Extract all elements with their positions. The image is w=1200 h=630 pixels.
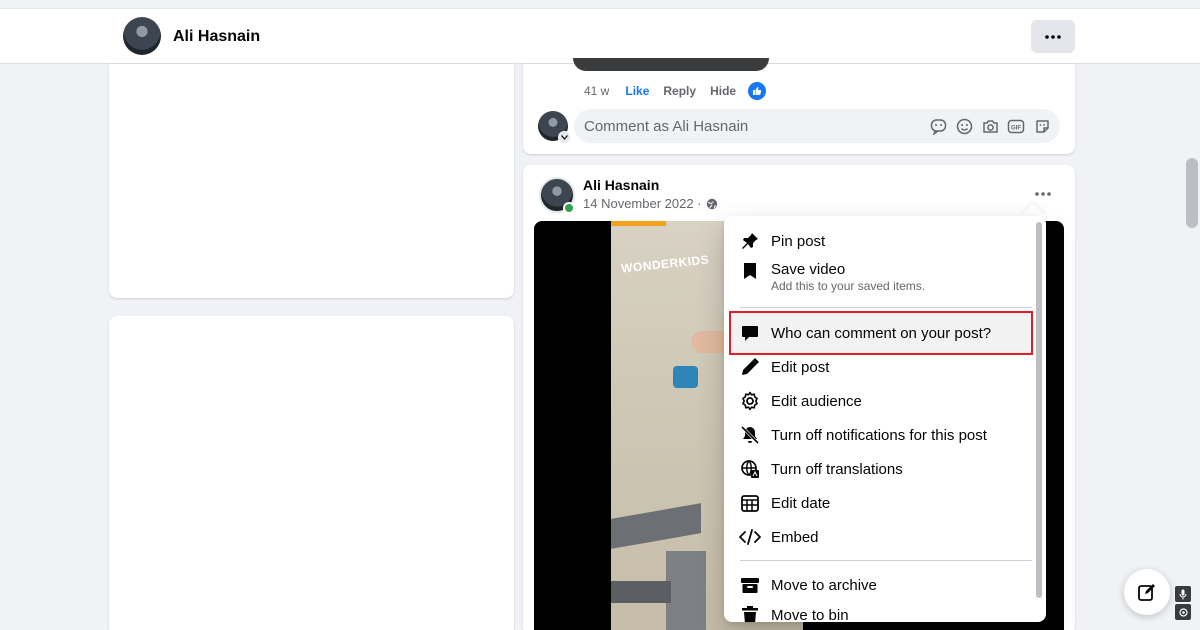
chevron-down-icon[interactable]	[558, 131, 571, 144]
video-overlay-text: WONDERKIDS	[620, 252, 710, 276]
location-target-icon[interactable]	[1175, 604, 1191, 620]
menu-item-label: Edit post	[771, 358, 830, 376]
bell-off-icon	[734, 425, 766, 445]
sticker-icon[interactable]	[928, 116, 948, 136]
menu-item-move-to-archive[interactable]: Move to archive	[732, 568, 1032, 602]
svg-text:GIF: GIF	[1011, 125, 1021, 131]
avatar-sticker-icon[interactable]	[1032, 116, 1052, 136]
online-status-dot	[563, 202, 575, 214]
translate-globe-icon	[734, 459, 766, 479]
menu-item-save-video[interactable]: Save video Add this to your saved items.	[732, 256, 1032, 300]
menu-item-edit-date[interactable]: Edit date	[732, 486, 1032, 520]
menu-item-turn-off-notifications[interactable]: Turn off notifications for this post	[732, 418, 1032, 452]
post-options-menu: Pin post Save video Add this to your sav…	[724, 216, 1046, 622]
more-horizontal-icon	[1045, 34, 1061, 39]
menu-divider	[740, 560, 1032, 561]
menu-item-who-can-comment[interactable]: Who can comment on your post?	[729, 311, 1033, 355]
microphone-icon[interactable]	[1175, 586, 1191, 602]
compose-icon	[1138, 584, 1155, 601]
globe-icon[interactable]	[706, 198, 718, 210]
post-date-text[interactable]: 14 November 2022 ·	[583, 196, 702, 211]
menu-item-label: Edit audience	[771, 392, 862, 410]
gear-icon	[734, 391, 766, 411]
comment-time[interactable]: 41 w	[584, 84, 609, 98]
menu-item-edit-audience[interactable]: Edit audience	[732, 384, 1032, 418]
profile-header-bar: Ali Hasnain	[0, 8, 1200, 64]
video-treadmill-post	[666, 551, 706, 630]
archive-icon	[734, 575, 766, 595]
menu-item-edit-post[interactable]: Edit post	[732, 350, 1032, 384]
thumbs-up-icon[interactable]	[748, 82, 767, 100]
left-column-card	[109, 316, 514, 630]
comment-like-link[interactable]: Like	[625, 84, 649, 98]
menu-item-label: Edit date	[771, 494, 831, 512]
composer-avatar[interactable]	[538, 111, 571, 144]
menu-item-label: Pin post	[771, 232, 826, 250]
comment-input[interactable]	[584, 109, 904, 143]
menu-item-label: Turn off translations	[771, 460, 903, 478]
comment-reply-link[interactable]: Reply	[663, 84, 696, 98]
comment-hide-link[interactable]: Hide	[710, 84, 736, 98]
left-column-card	[109, 64, 514, 298]
video-treadmill-base	[611, 581, 671, 603]
bookmark-icon	[734, 262, 766, 280]
calendar-icon	[734, 493, 766, 513]
menu-item-label: Move to bin	[771, 606, 849, 623]
camera-icon[interactable]	[980, 116, 1000, 136]
pin-icon	[734, 231, 766, 251]
header-more-button[interactable]	[1031, 20, 1075, 53]
menu-item-label: Turn off notifications for this post	[771, 426, 987, 444]
header-avatar[interactable]	[123, 17, 161, 55]
code-icon	[734, 528, 766, 546]
menu-scrollbar[interactable]	[1036, 222, 1042, 598]
comment-composer[interactable]: GIF	[574, 109, 1060, 143]
menu-item-pin-post[interactable]: Pin post	[732, 224, 1032, 258]
menu-item-turn-off-translations[interactable]: Turn off translations	[732, 452, 1032, 486]
comment-actions: 41 w Like Reply Hide	[584, 82, 767, 100]
more-horizontal-icon	[1035, 192, 1051, 196]
header-user-name[interactable]: Ali Hasnain	[173, 28, 260, 46]
page-scrollbar[interactable]	[1186, 158, 1198, 228]
menu-item-sublabel: Add this to your saved items.	[771, 279, 926, 293]
video-object	[673, 366, 698, 388]
menu-item-label: Who can comment on your post?	[771, 324, 992, 342]
menu-item-embed[interactable]: Embed	[732, 520, 1032, 554]
menu-item-label: Save video	[771, 261, 846, 278]
emoji-icon[interactable]	[954, 116, 974, 136]
gif-icon[interactable]: GIF	[1006, 116, 1026, 136]
menu-item-label: Embed	[771, 528, 819, 546]
new-message-button[interactable]	[1124, 569, 1170, 615]
menu-divider	[740, 307, 1032, 308]
post-options-button[interactable]	[1027, 182, 1059, 206]
comment-icon	[734, 323, 766, 343]
comment-bubble	[573, 58, 769, 71]
menu-item-move-to-bin[interactable]: Move to bin	[732, 598, 1032, 622]
post-author-name[interactable]: Ali Hasnain	[583, 177, 659, 193]
menu-item-label: Move to archive	[771, 576, 877, 594]
post-date[interactable]: 14 November 2022 ·	[583, 196, 718, 211]
video-progress-accent	[611, 221, 666, 226]
video-treadmill	[611, 503, 701, 549]
trash-icon	[734, 605, 766, 622]
pencil-icon	[734, 357, 766, 377]
